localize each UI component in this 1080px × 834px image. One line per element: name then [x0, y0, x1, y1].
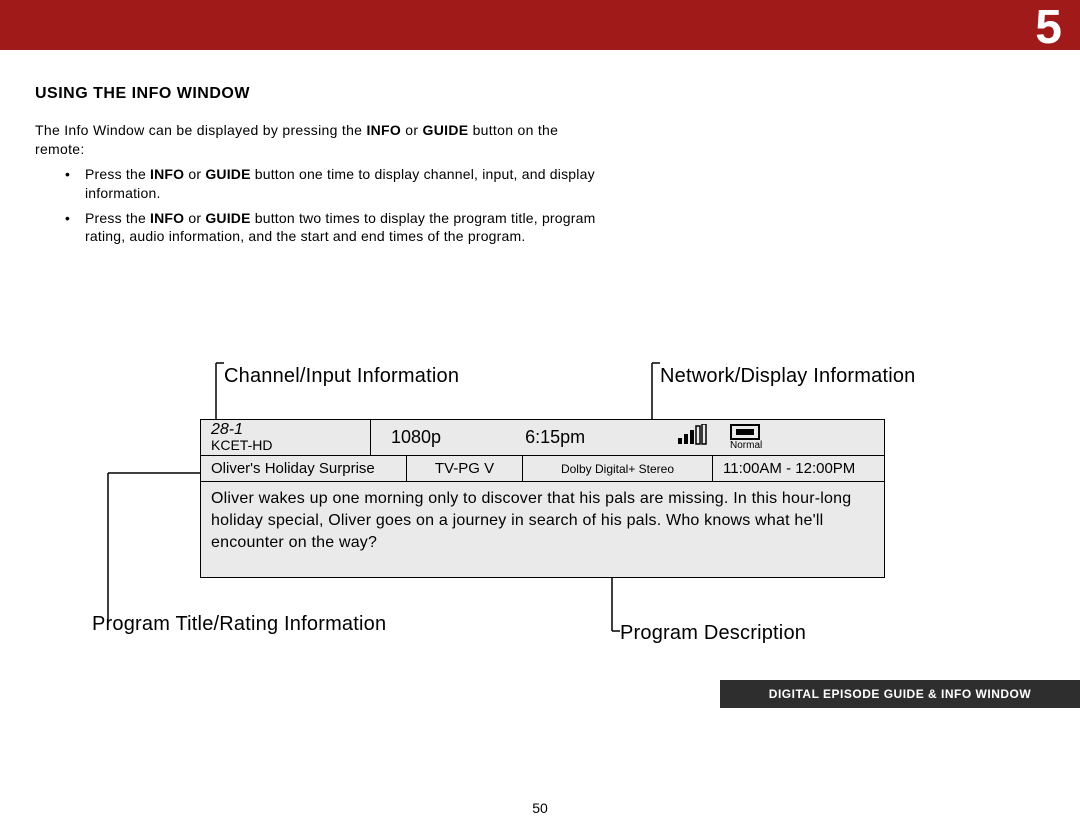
channel-number: 28-1 [211, 422, 360, 438]
info-row-channel: 28-1 KCET-HD 1080p 6:15pm [201, 420, 884, 456]
page-number: 50 [0, 800, 1080, 816]
info-window-diagram: Channel/Input Information Network/Displa… [90, 355, 1010, 675]
list-item: Press the INFO or GUIDE button one time … [65, 165, 605, 203]
section-heading: USING THE INFO WINDOW [35, 85, 1045, 103]
program-description: Oliver wakes up one morning only to disc… [201, 482, 884, 577]
bullet-bold-guide: GUIDE [205, 166, 250, 182]
intro-bold-info: INFO [366, 122, 401, 138]
intro-text-part: or [401, 122, 422, 138]
callout-program-title-rating: Program Title/Rating Information [92, 613, 386, 636]
channel-name: KCET-HD [211, 438, 360, 453]
aspect-ratio-icon [730, 424, 760, 440]
chapter-number: 5 [1035, 0, 1062, 55]
bullet-bold-info: INFO [150, 166, 184, 182]
aspect-mode-label: Normal [730, 441, 762, 451]
header-bar: 5 [0, 0, 1080, 50]
bullet-text-part: Press the [85, 210, 150, 226]
bullet-bold-info: INFO [150, 210, 184, 226]
bullet-text-part: Press the [85, 166, 150, 182]
signal-strength-icon [678, 424, 712, 451]
program-rating: TV-PG V [407, 456, 523, 481]
info-row-program: Oliver's Holiday Surprise TV-PG V Dolby … [201, 456, 884, 482]
intro-text-part: The Info Window can be displayed by pres… [35, 122, 366, 138]
bullet-text-part: or [184, 166, 205, 182]
program-times: 11:00AM - 12:00PM [713, 456, 884, 481]
aspect-mode-block: Normal [730, 424, 762, 451]
audio-info: Dolby Digital+ Stereo [523, 456, 713, 481]
footer-section-label: DIGITAL EPISODE GUIDE & INFO WINDOW [720, 680, 1080, 708]
callout-channel-input: Channel/Input Information [224, 365, 459, 388]
callout-network-display: Network/Display Information [660, 365, 916, 388]
info-window-table: 28-1 KCET-HD 1080p 6:15pm [200, 419, 885, 578]
bullet-list: Press the INFO or GUIDE button one time … [65, 165, 605, 247]
intro-paragraph: The Info Window can be displayed by pres… [35, 121, 605, 159]
callout-program-description: Program Description [620, 622, 806, 645]
resolution-value: 1080p [391, 427, 441, 448]
intro-bold-guide: GUIDE [423, 122, 469, 138]
bullet-bold-guide: GUIDE [205, 210, 250, 226]
content-area: USING THE INFO WINDOW The Info Window ca… [0, 50, 1080, 246]
list-item: Press the INFO or GUIDE button two times… [65, 209, 605, 247]
resolution-time-cell: 1080p 6:15pm [371, 420, 674, 455]
channel-cell: 28-1 KCET-HD [201, 420, 371, 455]
network-display-cell: Normal [674, 420, 884, 455]
current-time-value: 6:15pm [525, 427, 585, 448]
bullet-text-part: or [184, 210, 205, 226]
program-title: Oliver's Holiday Surprise [201, 456, 407, 481]
